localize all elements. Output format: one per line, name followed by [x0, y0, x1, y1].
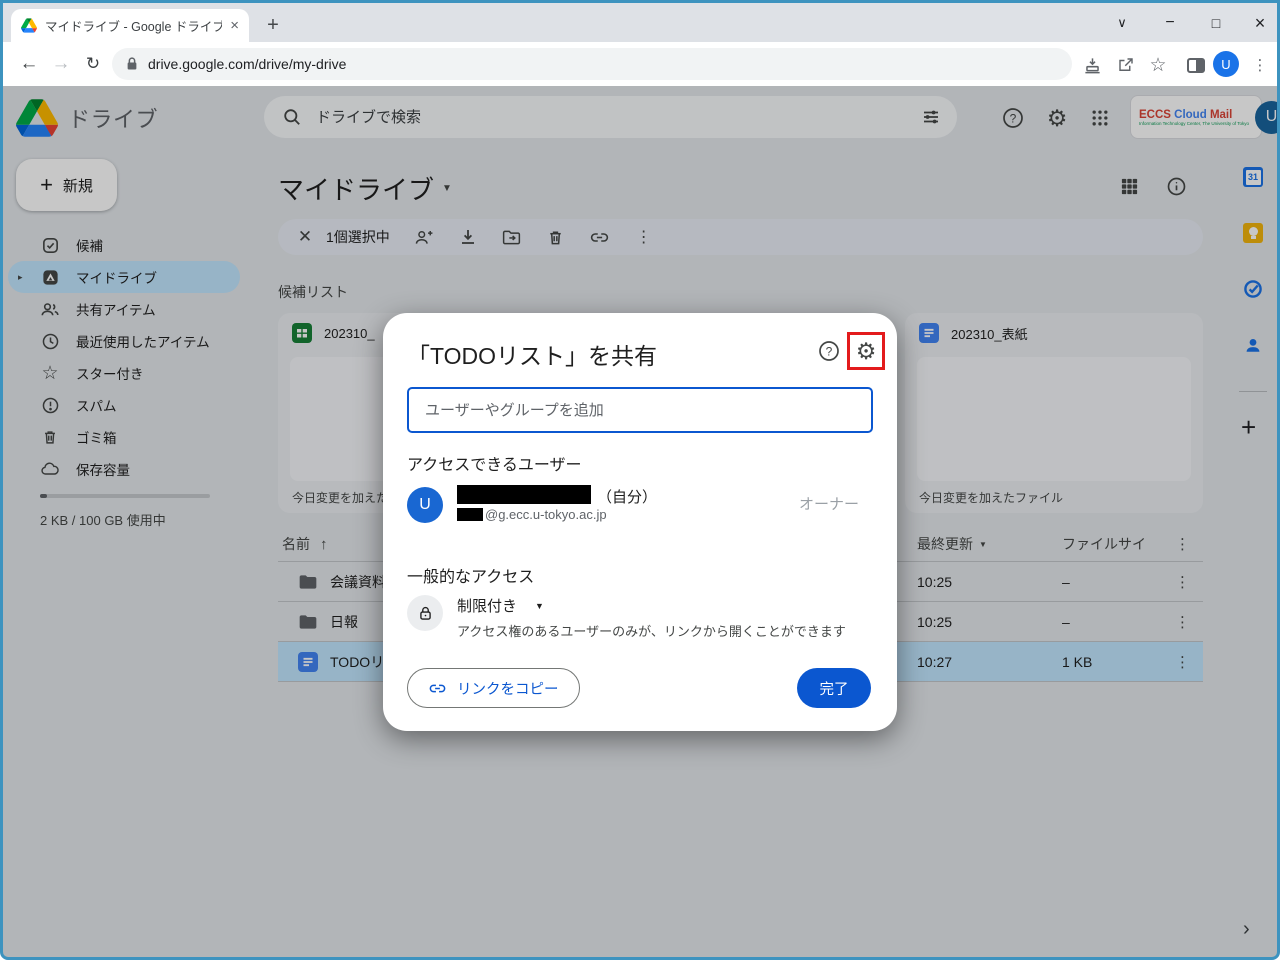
- done-button[interactable]: 完了: [797, 668, 871, 708]
- lock-icon: [407, 595, 443, 631]
- people-with-access-heading: アクセスできるユーザー: [407, 457, 582, 474]
- general-access-heading: 一般的なアクセス: [407, 569, 535, 586]
- svg-text:?: ?: [826, 344, 833, 358]
- access-level-dropdown[interactable]: 制限付き ▼: [457, 595, 544, 616]
- tab-title: マイドライブ - Google ドライブ: [45, 20, 223, 34]
- owner-row: U （自分） @g.ecc.u-tokyo.ac.jp オーナー: [407, 485, 873, 529]
- copy-link-label: リンクをコピー: [457, 681, 559, 698]
- redacted-name: [457, 485, 591, 504]
- bookmark-star-icon[interactable]: ☆: [1147, 54, 1169, 76]
- side-panel-icon[interactable]: [1185, 54, 1207, 76]
- annotation-box: [847, 332, 885, 370]
- window-maximize-button[interactable]: □: [1201, 8, 1231, 38]
- link-icon: [428, 679, 447, 698]
- address-bar[interactable]: drive.google.com/drive/my-drive: [112, 48, 1072, 80]
- redacted-email: [457, 508, 483, 521]
- copy-link-button[interactable]: リンクをコピー: [407, 668, 580, 708]
- browser-tab[interactable]: マイドライブ - Google ドライブ ×: [11, 9, 249, 42]
- reload-icon[interactable]: ↻: [79, 50, 107, 78]
- help-icon[interactable]: ?: [817, 339, 841, 363]
- drive-favicon-icon: [21, 18, 37, 33]
- owner-email: @g.ecc.u-tokyo.ac.jp: [485, 507, 607, 522]
- screenshot-root: { "window": { "tab_title": "マイドライブ - Goo…: [0, 0, 1280, 960]
- lock-icon: [127, 57, 137, 70]
- owner-self-label: （自分）: [597, 489, 658, 506]
- share-dialog: 「TODOリスト」を共有 ? ⚙ アクセスできるユーザー U （自分） @g.e…: [383, 313, 897, 731]
- download-page-icon[interactable]: [1081, 54, 1103, 76]
- window-minimize-button[interactable]: −: [1155, 8, 1185, 38]
- back-icon[interactable]: ←: [15, 50, 43, 78]
- owner-role: オーナー: [798, 496, 859, 513]
- browser-menu-icon[interactable]: ⋮: [1249, 54, 1271, 76]
- share-icon[interactable]: [1115, 54, 1137, 76]
- owner-avatar: U: [407, 487, 443, 523]
- browser-tab-bar: マイドライブ - Google ドライブ × + ∨ − □ ×: [3, 3, 1277, 42]
- add-people-input[interactable]: [407, 387, 873, 433]
- new-tab-button[interactable]: +: [259, 11, 287, 39]
- url-text: drive.google.com/drive/my-drive: [148, 56, 347, 72]
- window-close-button[interactable]: ×: [1245, 8, 1275, 38]
- address-bar-row: ← → ↻ drive.google.com/drive/my-drive ☆ …: [3, 42, 1277, 86]
- tab-close-icon[interactable]: ×: [230, 17, 239, 34]
- forward-icon: →: [51, 53, 71, 74]
- dialog-title: 「TODOリスト」を共有: [407, 343, 658, 369]
- dropdown-caret-icon: ▼: [535, 600, 544, 611]
- access-description: アクセス権のあるユーザーのみが、リンクから開くことができます: [457, 624, 846, 639]
- tab-search-chevron-icon[interactable]: ∨: [1107, 8, 1137, 38]
- browser-avatar[interactable]: U: [1213, 51, 1239, 77]
